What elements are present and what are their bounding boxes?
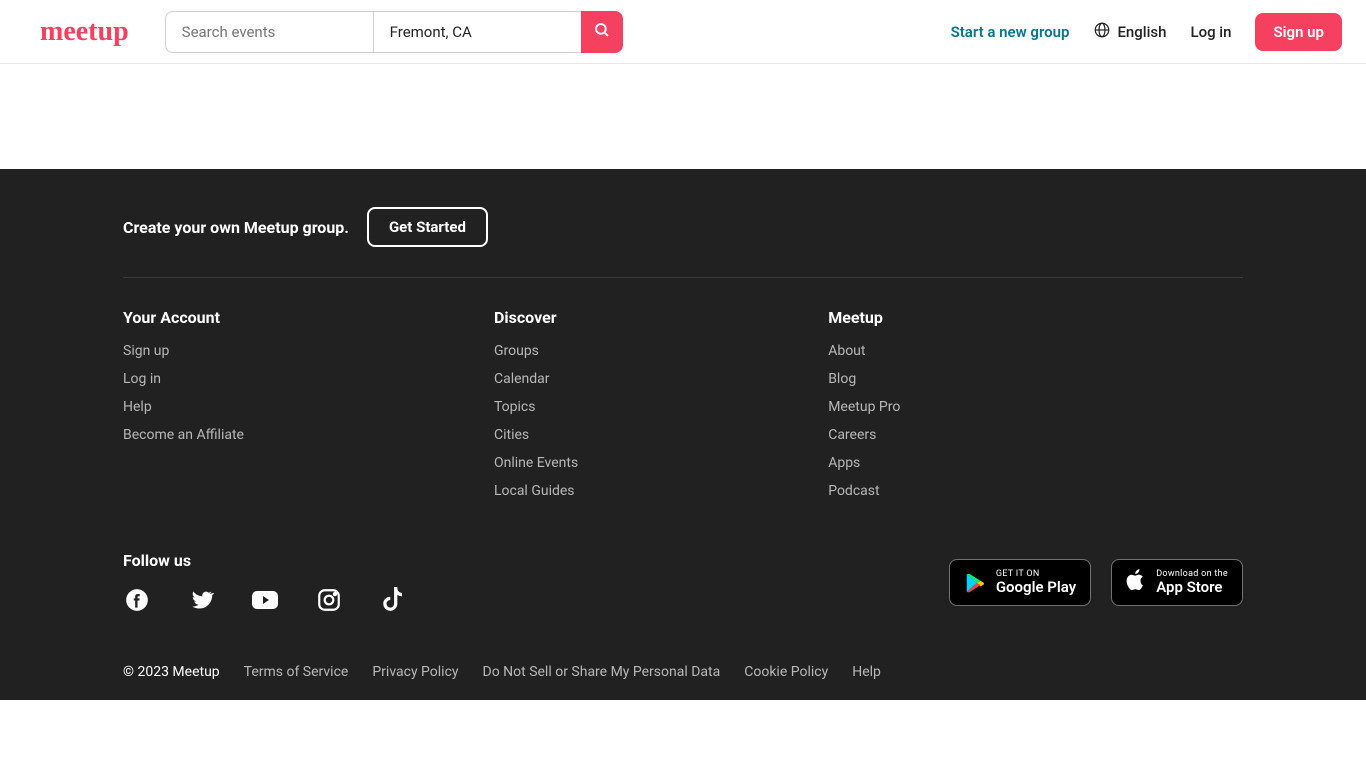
footer-link[interactable]: Help xyxy=(123,399,244,415)
footer-link[interactable]: About xyxy=(828,343,900,359)
site-footer: Create your own Meetup group. Get Starte… xyxy=(0,169,1366,700)
instagram-icon[interactable] xyxy=(315,586,343,614)
login-link[interactable]: Log in xyxy=(1190,23,1231,41)
app-store-badges: GET IT ON Google Play Download on the Ap… xyxy=(949,559,1243,606)
legal-link[interactable]: Privacy Policy xyxy=(372,664,458,680)
search-input[interactable] xyxy=(165,11,373,53)
footer-link[interactable]: Blog xyxy=(828,371,900,387)
footer-col-heading: Discover xyxy=(494,308,578,327)
footer-cta-row: Create your own Meetup group. Get Starte… xyxy=(123,207,1243,278)
google-play-icon xyxy=(964,572,986,594)
footer-col-discover: Discover Groups Calendar Topics Cities O… xyxy=(494,308,578,511)
footer-link[interactable]: Cities xyxy=(494,427,578,443)
footer-link[interactable]: Local Guides xyxy=(494,483,578,499)
follow-us-block: Follow us xyxy=(123,551,407,614)
footer-col-account: Your Account Sign up Log in Help Become … xyxy=(123,308,244,511)
footer-columns: Your Account Sign up Log in Help Become … xyxy=(123,278,1243,511)
search-bar xyxy=(165,11,623,53)
twitter-icon[interactable] xyxy=(187,586,215,614)
get-started-button[interactable]: Get Started xyxy=(367,207,488,247)
apple-icon xyxy=(1126,568,1146,597)
legal-link[interactable]: Cookie Policy xyxy=(744,664,828,680)
location-input[interactable] xyxy=(373,11,581,53)
app-store-badge[interactable]: Download on the App Store xyxy=(1111,559,1243,606)
google-play-badge[interactable]: GET IT ON Google Play xyxy=(949,559,1091,606)
legal-link[interactable]: Do Not Sell or Share My Personal Data xyxy=(483,664,721,680)
legal-link[interactable]: Help xyxy=(852,664,881,680)
footer-cta-text: Create your own Meetup group. xyxy=(123,218,349,237)
facebook-icon[interactable] xyxy=(123,586,151,614)
footer-link[interactable]: Calendar xyxy=(494,371,578,387)
meetup-logo[interactable]: meetup xyxy=(40,18,129,46)
footer-link[interactable]: Sign up xyxy=(123,343,244,359)
footer-legal-row: © 2023 Meetup Terms of Service Privacy P… xyxy=(123,664,1243,680)
language-switcher[interactable]: English xyxy=(1093,21,1166,43)
tiktok-icon[interactable] xyxy=(379,586,407,614)
footer-col-heading: Your Account xyxy=(123,308,244,327)
footer-follow-row: Follow us xyxy=(123,551,1243,614)
footer-link[interactable]: Become an Affiliate xyxy=(123,427,244,443)
footer-link[interactable]: Careers xyxy=(828,427,900,443)
google-play-main-text: Google Play xyxy=(996,579,1076,596)
footer-link[interactable]: Apps xyxy=(828,455,900,471)
signup-button[interactable]: Sign up xyxy=(1255,13,1342,51)
footer-col-heading: Meetup xyxy=(828,308,900,327)
follow-heading: Follow us xyxy=(123,551,407,570)
footer-link[interactable]: Log in xyxy=(123,371,244,387)
header-bar: meetup Start a new group English Log in … xyxy=(0,0,1366,64)
header-right-nav: Start a new group English Log in Sign up xyxy=(951,13,1342,51)
legal-link[interactable]: Terms of Service xyxy=(244,664,349,680)
search-icon xyxy=(593,21,611,43)
footer-link[interactable]: Topics xyxy=(494,399,578,415)
footer-link[interactable]: Meetup Pro xyxy=(828,399,900,415)
youtube-icon[interactable] xyxy=(251,586,279,614)
footer-link[interactable]: Podcast xyxy=(828,483,900,499)
globe-icon xyxy=(1093,21,1111,43)
social-icons-row xyxy=(123,586,407,614)
start-group-link[interactable]: Start a new group xyxy=(951,23,1070,41)
language-label: English xyxy=(1117,23,1166,41)
search-button[interactable] xyxy=(581,11,623,53)
app-store-main-text: App Store xyxy=(1156,579,1228,596)
footer-link[interactable]: Groups xyxy=(494,343,578,359)
footer-col-meetup: Meetup About Blog Meetup Pro Careers App… xyxy=(828,308,900,511)
footer-link[interactable]: Online Events xyxy=(494,455,578,471)
copyright-text: © 2023 Meetup xyxy=(123,664,220,680)
